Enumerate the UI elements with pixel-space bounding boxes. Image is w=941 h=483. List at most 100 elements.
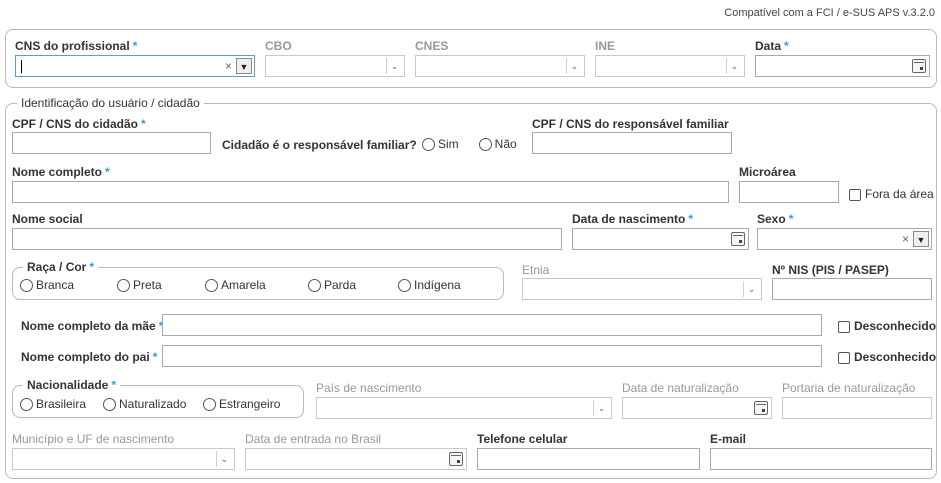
responsavel-radio-group: Sim Não <box>422 137 531 152</box>
radio-amarela[interactable]: Amarela <box>205 278 308 293</box>
chevron-down-icon[interactable]: ⌄ <box>726 58 742 74</box>
asterisk-icon: * <box>105 165 110 179</box>
sexo-label: Sexo * <box>757 212 794 226</box>
nis-label: Nº NIS (PIS / PASEP) <box>772 263 889 277</box>
telefone-label: Telefone celular <box>477 432 568 446</box>
cns-profissional-select[interactable]: × ▼ <box>15 55 255 77</box>
usuario-legend: Identificação do usuário / cidadão <box>17 96 204 110</box>
ine-select[interactable]: ⌄ <box>595 55 745 77</box>
mae-label: Nome completo da mãe* <box>21 319 163 333</box>
chevron-down-icon[interactable]: ⌄ <box>566 58 582 74</box>
pais-select[interactable]: ⌄ <box>316 397 612 419</box>
data-naturalizacao-input[interactable] <box>622 397 772 419</box>
fora-area-checkbox[interactable]: Fora da área <box>849 187 934 201</box>
nascimento-input[interactable] <box>572 228 749 250</box>
clear-icon[interactable]: × <box>225 59 232 73</box>
asterisk-icon: * <box>132 39 138 53</box>
pai-input[interactable] <box>162 345 822 367</box>
nome-completo-label: Nome completo * <box>12 165 110 179</box>
etnia-label: Etnia <box>522 263 550 277</box>
checkbox-icon[interactable] <box>838 351 850 364</box>
cns-profissional-label: CNS do profissional * <box>15 39 138 53</box>
checkbox-icon[interactable] <box>838 320 850 333</box>
chevron-down-icon[interactable]: ▼ <box>236 58 252 74</box>
etnia-select[interactable]: ⌄ <box>522 278 762 300</box>
nome-completo-input[interactable] <box>12 181 729 203</box>
radio-circle-icon[interactable] <box>398 279 411 293</box>
radio-circle-icon[interactable] <box>478 138 492 152</box>
municipio-label: Município e UF de nascimento <box>12 432 175 446</box>
cpf-responsavel-label: CPF / CNS do responsável familiar <box>532 117 729 131</box>
checkbox-icon[interactable] <box>849 188 861 201</box>
chevron-down-icon[interactable]: ⌄ <box>743 281 759 297</box>
email-label: E-mail <box>710 432 747 446</box>
cnes-label: CNES <box>415 39 449 53</box>
telefone-input[interactable] <box>477 448 700 470</box>
clear-icon[interactable]: × <box>902 232 909 246</box>
nis-input[interactable] <box>772 278 932 300</box>
data-label: Data * <box>755 39 789 53</box>
data-entrada-input[interactable] <box>245 448 467 470</box>
radio-circle-icon[interactable] <box>422 138 435 152</box>
radio-circle-icon[interactable] <box>205 279 218 293</box>
data-entrada-label: Data de entrada no Brasil <box>245 432 382 446</box>
nacionalidade-radio-group: Brasileira Naturalizado Estrangeiro <box>20 397 294 412</box>
microarea-label: Microárea <box>739 165 796 179</box>
cpf-cidadao-input[interactable] <box>12 132 211 154</box>
asterisk-icon: * <box>688 212 694 226</box>
radio-parda[interactable]: Parda <box>308 278 398 293</box>
ine-label: INE <box>595 39 616 53</box>
asterisk-icon: * <box>784 39 789 53</box>
radio-circle-icon[interactable] <box>103 398 116 412</box>
asterisk-icon: * <box>141 117 146 131</box>
email-input[interactable] <box>710 448 932 470</box>
radio-preta[interactable]: Preta <box>117 278 205 293</box>
compatibility-text: Compatível com a FCI / e-SUS APS v.3.2.0 <box>724 7 935 19</box>
pai-desconhecido-checkbox[interactable]: Desconhecido <box>838 350 936 364</box>
pai-label: Nome completo do pai * <box>21 350 158 364</box>
radio-circle-icon[interactable] <box>117 279 130 293</box>
radio-circle-icon[interactable] <box>308 279 321 293</box>
data-naturalizacao-label: Data de naturalização <box>622 381 739 395</box>
raca-radio-group: Branca Preta Amarela Parda Indígena <box>20 278 475 293</box>
portaria-label: Portaria de naturalização <box>782 381 916 395</box>
chevron-down-icon[interactable]: ⌄ <box>593 400 609 416</box>
municipio-select[interactable]: ⌄ <box>12 448 235 470</box>
portaria-input[interactable] <box>782 397 932 419</box>
radio-circle-icon[interactable] <box>20 279 33 293</box>
asterisk-icon: * <box>89 260 95 274</box>
radio-sim[interactable]: Sim <box>422 137 473 152</box>
text-cursor <box>21 60 22 73</box>
cpf-cidadao-label: CPF / CNS do cidadão * <box>12 117 146 131</box>
radio-circle-icon[interactable] <box>20 398 33 412</box>
cbo-select[interactable]: ⌄ <box>265 55 405 77</box>
pais-label: País de nascimento <box>316 381 422 395</box>
cnes-select[interactable]: ⌄ <box>415 55 585 77</box>
radio-brasileira[interactable]: Brasileira <box>20 397 103 412</box>
calendar-icon[interactable] <box>449 452 463 466</box>
calendar-icon[interactable] <box>731 232 745 246</box>
chevron-down-icon[interactable]: ⌄ <box>386 58 402 74</box>
radio-nao[interactable]: Não <box>478 137 531 152</box>
cpf-responsavel-input[interactable] <box>532 132 732 154</box>
responsavel-question: Cidadão é o responsável familiar? <box>222 138 417 152</box>
radio-estrangeiro[interactable]: Estrangeiro <box>203 397 294 412</box>
calendar-icon[interactable] <box>912 59 926 73</box>
calendar-icon[interactable] <box>754 401 768 415</box>
asterisk-icon: * <box>111 378 117 392</box>
radio-indigena[interactable]: Indígena <box>398 278 475 293</box>
nascimento-label: Data de nascimento * <box>572 212 694 226</box>
radio-circle-icon[interactable] <box>203 398 216 412</box>
data-input[interactable] <box>755 55 930 77</box>
mae-input[interactable] <box>162 314 822 336</box>
mae-desconhecido-checkbox[interactable]: Desconhecido <box>838 319 936 333</box>
radio-naturalizado[interactable]: Naturalizado <box>103 397 203 412</box>
chevron-down-icon[interactable]: ▼ <box>913 231 929 247</box>
microarea-input[interactable] <box>739 181 839 203</box>
radio-branca[interactable]: Branca <box>20 278 117 293</box>
sexo-select[interactable]: × ▼ <box>757 228 932 250</box>
nome-social-input[interactable] <box>12 228 562 250</box>
asterisk-icon: * <box>788 212 794 226</box>
nacionalidade-legend: Nacionalidade * <box>23 378 121 392</box>
chevron-down-icon[interactable]: ⌄ <box>216 451 232 467</box>
